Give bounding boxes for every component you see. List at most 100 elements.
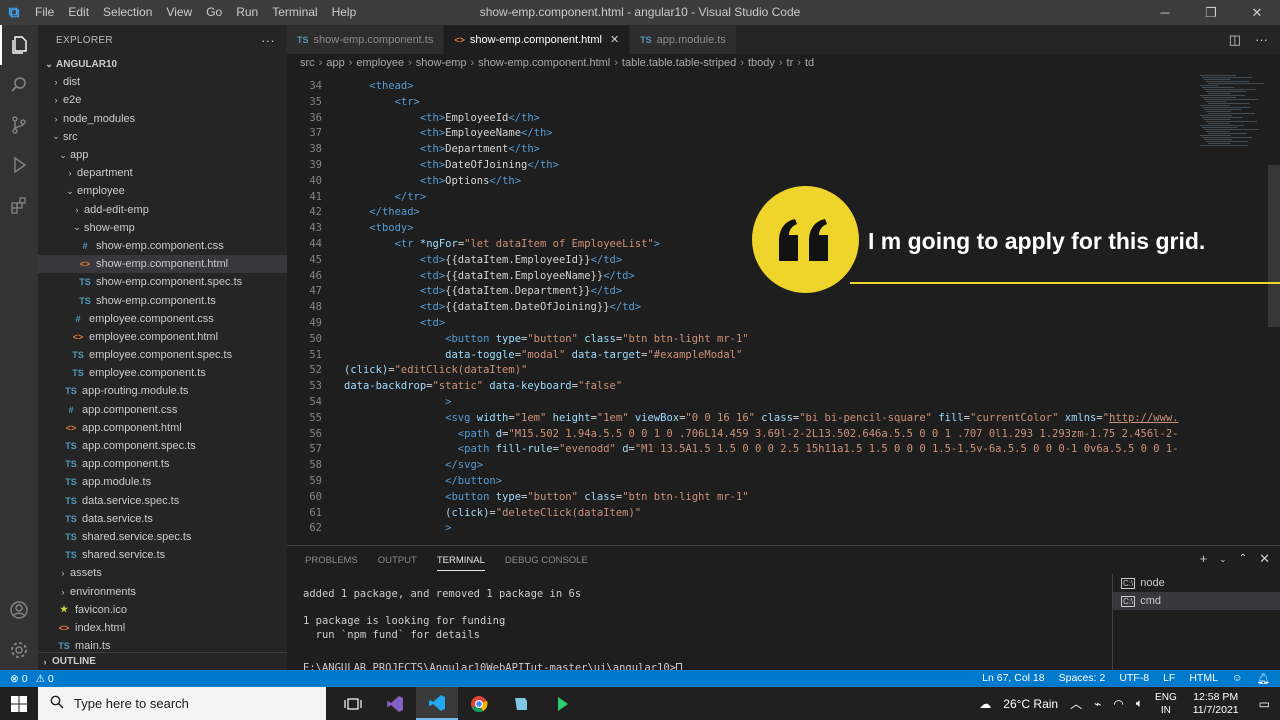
folder-item[interactable]: › assets bbox=[38, 564, 287, 582]
menu-file[interactable]: File bbox=[28, 0, 61, 25]
warnings-status[interactable]: ⚠ 0 bbox=[36, 673, 54, 685]
menu-view[interactable]: View bbox=[159, 0, 199, 25]
menu-help[interactable]: Help bbox=[325, 0, 364, 25]
editor-tab[interactable]: TS app.module.ts bbox=[630, 25, 737, 54]
folder-item[interactable]: ⌄ employee bbox=[38, 182, 287, 200]
end-of-line[interactable]: LF bbox=[1163, 672, 1175, 685]
code-line[interactable]: 39 <th>DateOfJoining</th> bbox=[287, 158, 1192, 174]
code-line[interactable]: 40 <th>Options</th> bbox=[287, 174, 1192, 190]
breadcrumb-item[interactable]: src bbox=[300, 57, 315, 69]
file-item[interactable]: TS employee.component.ts bbox=[38, 364, 287, 382]
breadcrumb-item[interactable]: employee bbox=[356, 57, 404, 69]
file-item[interactable]: TS shared.service.ts bbox=[38, 546, 287, 564]
code-line[interactable]: 59 </button> bbox=[287, 474, 1192, 490]
search-icon[interactable] bbox=[0, 65, 38, 105]
cursor-position[interactable]: Ln 67, Col 18 bbox=[982, 672, 1044, 685]
extensions-icon[interactable] bbox=[0, 185, 38, 225]
terminal-dropdown-icon[interactable]: ⌄ bbox=[1219, 551, 1227, 567]
code-line[interactable]: 52 (click)="editClick(dataItem)" bbox=[287, 363, 1192, 379]
code-line[interactable]: 54 > bbox=[287, 395, 1192, 411]
source-control-icon[interactable] bbox=[0, 105, 38, 145]
code-line[interactable]: 55 <svg width="1em" height="1em" viewBox… bbox=[287, 411, 1192, 427]
file-item[interactable]: <> app.component.html bbox=[38, 419, 287, 437]
maximize-panel-icon[interactable]: ⌃ bbox=[1239, 551, 1247, 567]
code-line[interactable]: 53 data-backdrop="static" data-keyboard="… bbox=[287, 379, 1192, 395]
account-icon[interactable] bbox=[0, 590, 38, 630]
chrome-icon[interactable] bbox=[458, 687, 500, 720]
minimap[interactable] bbox=[1192, 72, 1280, 542]
file-item[interactable]: ★ favicon.ico bbox=[38, 601, 287, 619]
code-editor[interactable]: 34 <thead> 35 <tr> 36 <th>EmployeeId</th> 3… bbox=[287, 72, 1192, 542]
show-hidden-icons-icon[interactable]: ︿ bbox=[1064, 695, 1088, 712]
panel-tab-terminal[interactable]: TERMINAL bbox=[436, 555, 485, 571]
manage-gear-icon[interactable] bbox=[0, 630, 38, 670]
code-line[interactable]: 62 > bbox=[287, 521, 1192, 537]
code-line[interactable]: 51 data-toggle="modal" data-target="#exa… bbox=[287, 348, 1192, 364]
wifi-icon[interactable]: ◠ bbox=[1107, 697, 1129, 711]
code-line[interactable]: 42 </thead> bbox=[287, 205, 1192, 221]
powershell-icon[interactable] bbox=[542, 687, 584, 720]
run-debug-icon[interactable] bbox=[0, 145, 38, 185]
file-item[interactable]: TS app.component.ts bbox=[38, 455, 287, 473]
language-mode[interactable]: HTML bbox=[1189, 672, 1218, 685]
folder-item[interactable]: › environments bbox=[38, 582, 287, 600]
notifications-icon[interactable]: 🔔︎ bbox=[1257, 672, 1270, 685]
errors-status[interactable]: ⊗ 0 bbox=[10, 673, 28, 685]
breadcrumb-item[interactable]: table.table.table-striped bbox=[622, 57, 736, 69]
breadcrumb-item[interactable]: tbody bbox=[748, 57, 775, 69]
editor-tab[interactable]: <> show-emp.component.html ✕ bbox=[444, 25, 631, 54]
indentation[interactable]: Spaces: 2 bbox=[1059, 672, 1106, 685]
code-line[interactable]: 37 <th>EmployeeName</th> bbox=[287, 126, 1192, 142]
menu-edit[interactable]: Edit bbox=[61, 0, 96, 25]
new-terminal-icon[interactable]: + bbox=[1200, 551, 1208, 567]
folder-item[interactable]: ⌄ show-emp bbox=[38, 219, 287, 237]
file-item[interactable]: <> show-emp.component.html bbox=[38, 255, 287, 274]
feedback-icon[interactable]: ☺ bbox=[1232, 672, 1243, 685]
editor-tab[interactable]: TS show-emp.component.ts bbox=[287, 25, 445, 54]
outline-section[interactable]: › OUTLINE bbox=[38, 652, 287, 670]
folder-item[interactable]: › department bbox=[38, 164, 287, 182]
visual-studio-icon[interactable] bbox=[374, 687, 416, 720]
terminal-instance[interactable]: C:\ node bbox=[1113, 574, 1280, 592]
file-item[interactable]: TS show-emp.component.ts bbox=[38, 291, 287, 309]
input-language[interactable]: ENG IN bbox=[1149, 691, 1183, 717]
folder-item[interactable]: › add-edit-emp bbox=[38, 201, 287, 219]
code-line[interactable]: 50 <button type="button" class="btn btn-… bbox=[287, 332, 1192, 348]
file-item[interactable]: TS app.module.ts bbox=[38, 473, 287, 491]
folder-item[interactable]: ⌄ app bbox=[38, 146, 287, 164]
explorer-icon[interactable] bbox=[0, 25, 38, 65]
breadcrumb-item[interactable]: app bbox=[326, 57, 344, 69]
file-item[interactable]: <> employee.component.html bbox=[38, 328, 287, 346]
menu-run[interactable]: Run bbox=[229, 0, 265, 25]
folder-item[interactable]: › node_modules bbox=[38, 110, 287, 128]
taskbar-search[interactable]: Type here to search bbox=[38, 687, 326, 720]
file-item[interactable]: <> index.html bbox=[38, 619, 287, 637]
weather-icon[interactable]: ☁ bbox=[973, 697, 997, 711]
code-line[interactable]: 41 </tr> bbox=[287, 190, 1192, 206]
close-panel-icon[interactable]: ✕ bbox=[1259, 551, 1270, 567]
menu-go[interactable]: Go bbox=[199, 0, 229, 25]
windows-start-icon[interactable] bbox=[0, 687, 38, 720]
file-item[interactable]: TS shared.service.spec.ts bbox=[38, 528, 287, 546]
code-line[interactable]: 36 <th>EmployeeId</th> bbox=[287, 111, 1192, 127]
panel-tab-output[interactable]: OUTPUT bbox=[378, 555, 417, 566]
split-editor-icon[interactable]: ◫ bbox=[1229, 25, 1241, 54]
file-item[interactable]: TS employee.component.spec.ts bbox=[38, 346, 287, 364]
tab-close-icon[interactable]: ✕ bbox=[610, 33, 619, 46]
code-line[interactable]: 60 <button type="button" class="btn btn-… bbox=[287, 490, 1192, 506]
menu-terminal[interactable]: Terminal bbox=[265, 0, 324, 25]
clock[interactable]: 12:58 PM 11/7/2021 bbox=[1183, 691, 1249, 717]
code-line[interactable]: 35 <tr> bbox=[287, 95, 1192, 111]
file-item[interactable]: TS app-routing.module.ts bbox=[38, 382, 287, 400]
vscode-taskbar-icon[interactable] bbox=[416, 687, 458, 720]
workspace-root[interactable]: ⌄ ANGULAR10 bbox=[38, 55, 287, 73]
code-line[interactable]: 38 <th>Department</th> bbox=[287, 142, 1192, 158]
panel-tab-debug-console[interactable]: DEBUG CONSOLE bbox=[505, 555, 588, 566]
editor-scrollbar[interactable] bbox=[1268, 165, 1280, 327]
code-line[interactable]: 56 <path d="M15.502 1.94a.5.5 0 0 1 0 .7… bbox=[287, 427, 1192, 443]
encoding[interactable]: UTF-8 bbox=[1119, 672, 1149, 685]
network-icon[interactable]: ⌁ bbox=[1088, 697, 1107, 711]
menu-selection[interactable]: Selection bbox=[96, 0, 159, 25]
breadcrumb-item[interactable]: td bbox=[805, 57, 814, 69]
notepad-icon[interactable] bbox=[500, 687, 542, 720]
